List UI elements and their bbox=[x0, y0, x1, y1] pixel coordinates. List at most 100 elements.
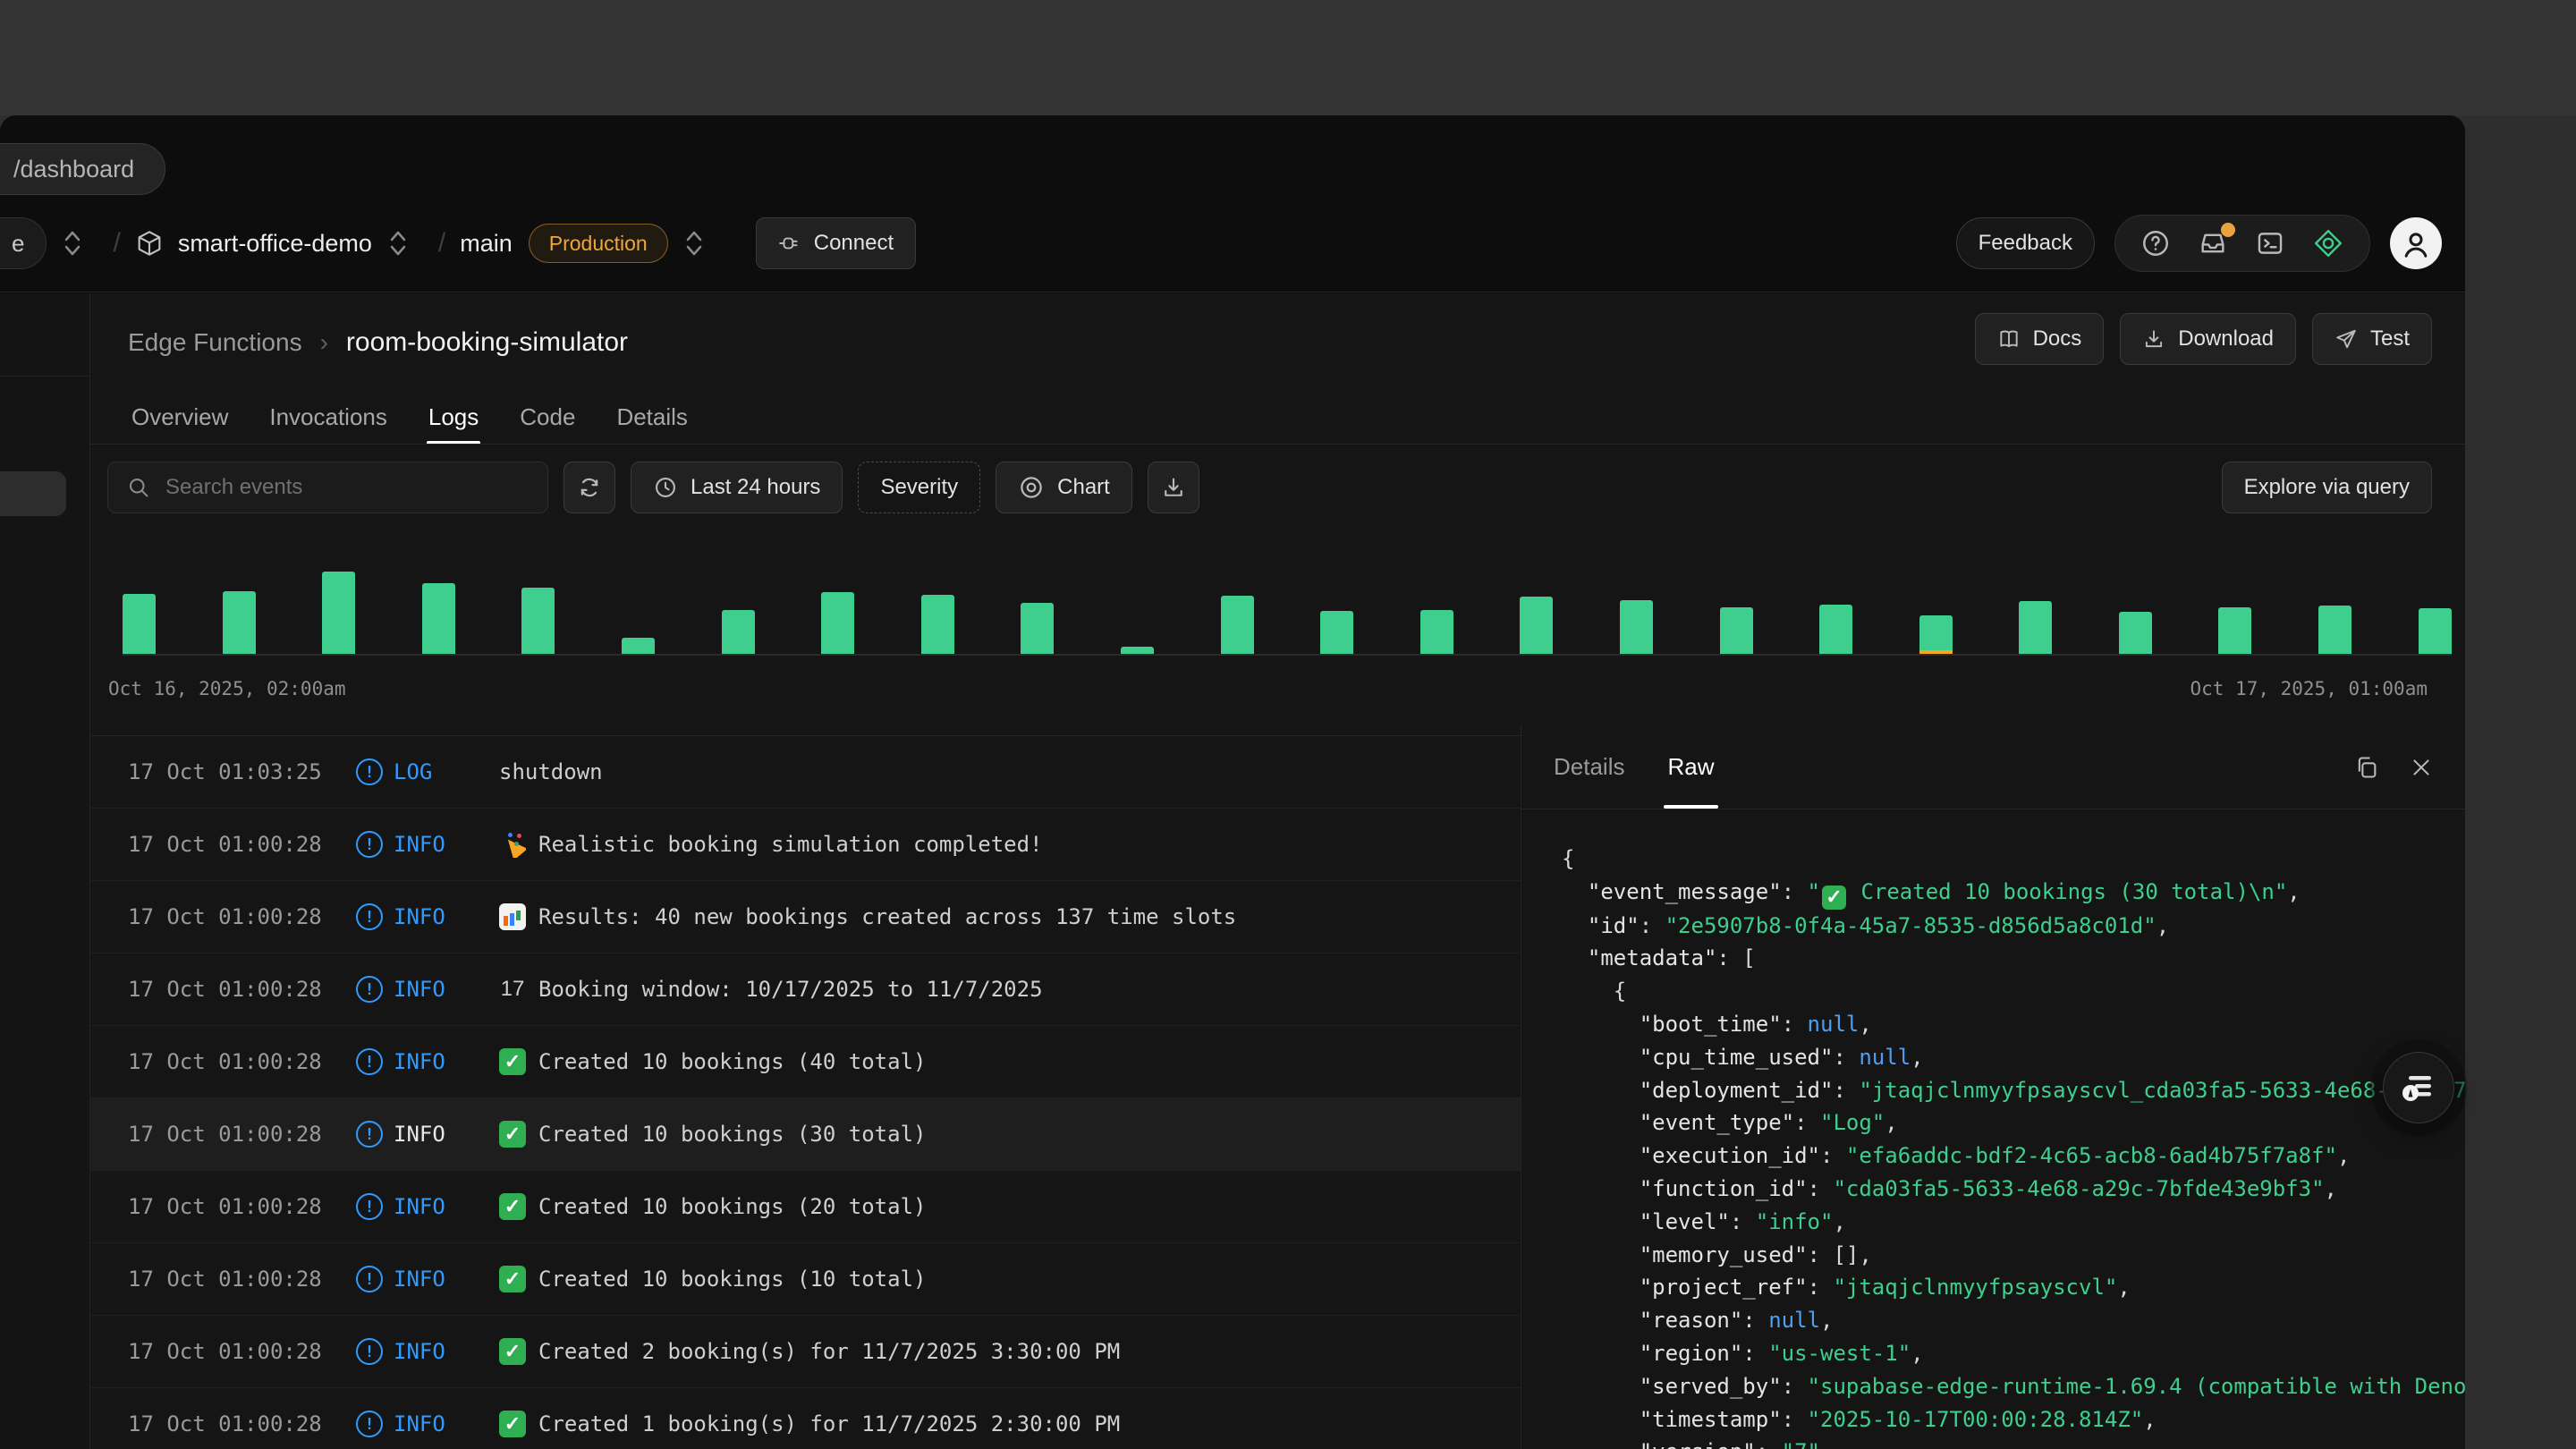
log-row[interactable]: 17 Oct 01:00:28!INFORealistic booking si… bbox=[90, 809, 1521, 881]
org-switcher-chevrons-icon[interactable] bbox=[63, 228, 82, 258]
assistant-fab-button[interactable] bbox=[2383, 1052, 2454, 1123]
left-sidebar-rail bbox=[0, 293, 90, 1449]
log-row[interactable]: 17 Oct 01:00:28!INFOResults: 40 new book… bbox=[90, 881, 1521, 953]
info-circle-icon: ! bbox=[356, 1048, 383, 1075]
tab-code[interactable]: Code bbox=[520, 386, 575, 445]
close-icon[interactable] bbox=[2410, 756, 2433, 779]
detail-tab-raw[interactable]: Raw bbox=[1667, 725, 1714, 809]
tab-invocations[interactable]: Invocations bbox=[269, 386, 387, 445]
detail-tab-details[interactable]: Details bbox=[1554, 725, 1624, 809]
raw-json[interactable]: { "event_message": "✓ Created 10 booking… bbox=[1521, 810, 2465, 1449]
log-row[interactable]: 17 Oct 01:00:28!INFO✓Created 10 bookings… bbox=[90, 1171, 1521, 1243]
chart-bar[interactable] bbox=[1420, 566, 1453, 654]
check-emoji-icon: ✓ bbox=[499, 1193, 526, 1220]
chart-bar-events-segment bbox=[1420, 610, 1453, 654]
branch-switcher-chevrons-icon[interactable] bbox=[684, 228, 704, 258]
chart-bar[interactable] bbox=[622, 566, 655, 654]
severity-filter-button[interactable]: Severity bbox=[858, 462, 980, 513]
breadcrumb-edge-functions[interactable]: Edge Functions bbox=[128, 328, 302, 357]
json-token: : bbox=[1782, 1012, 1808, 1037]
json-token: : bbox=[1742, 1308, 1768, 1333]
terminal-icon[interactable] bbox=[2255, 228, 2285, 258]
chart-bar[interactable] bbox=[722, 566, 755, 654]
time-range-button[interactable]: Last 24 hours bbox=[631, 462, 843, 513]
search-events-input[interactable] bbox=[165, 475, 530, 500]
chart-bar[interactable] bbox=[2318, 566, 2351, 654]
log-row[interactable]: 17 Oct 01:00:28!INFO✓Created 1 booking(s… bbox=[90, 1388, 1521, 1449]
log-row[interactable]: 17 Oct 01:00:28!INFO✓Created 2 booking(s… bbox=[90, 1316, 1521, 1388]
plug-icon bbox=[778, 232, 801, 255]
json-token: , bbox=[1885, 1110, 1897, 1135]
log-row[interactable]: 17 Oct 01:00:28!INFO✓Created 10 bookings… bbox=[90, 1098, 1521, 1171]
project-selector[interactable]: smart-office-demo bbox=[135, 229, 372, 258]
chart-bar[interactable] bbox=[1320, 566, 1353, 654]
json-token: : [ bbox=[1716, 945, 1755, 970]
chart-bar[interactable] bbox=[921, 566, 954, 654]
download-button[interactable]: Download bbox=[2120, 313, 2296, 365]
json-line: "level": "info", bbox=[1562, 1206, 2465, 1239]
json-line: "boot_time": null, bbox=[1562, 1008, 2465, 1041]
chart-bar[interactable] bbox=[1620, 566, 1653, 654]
tab-details[interactable]: Details bbox=[616, 386, 687, 445]
chart-bar[interactable] bbox=[2019, 566, 2052, 654]
top-navigation-bar: e / smart-office-demo / main bbox=[0, 115, 2465, 292]
json-token: : bbox=[1808, 1275, 1834, 1300]
check-emoji-icon: ✓ bbox=[499, 1266, 526, 1292]
json-token: Created 10 bookings (30 total)\n" bbox=[1848, 879, 2287, 904]
json-token: : bbox=[1782, 1407, 1808, 1432]
log-row[interactable]: 17 Oct 01:00:28!INFO17Booking window: 10… bbox=[90, 953, 1521, 1026]
log-level-label: INFO bbox=[394, 977, 445, 1002]
copy-icon[interactable] bbox=[2354, 755, 2379, 780]
download-logs-button[interactable] bbox=[1148, 462, 1199, 513]
chart-bar[interactable] bbox=[1221, 566, 1254, 654]
book-icon bbox=[1997, 327, 2021, 351]
chart-bar[interactable] bbox=[422, 566, 455, 654]
chart-bar[interactable] bbox=[1919, 566, 1953, 654]
log-row[interactable]: 17 Oct 01:03:25!LOGshutdown bbox=[90, 736, 1521, 809]
chart-bar[interactable] bbox=[1520, 566, 1553, 654]
json-token: "metadata" bbox=[1562, 945, 1716, 970]
inbox-notifications-icon[interactable] bbox=[2198, 228, 2228, 258]
sidebar-item-partial[interactable] bbox=[0, 471, 66, 516]
json-token: "cpu_time_used" bbox=[1562, 1045, 1833, 1070]
json-token: "served_by" bbox=[1562, 1374, 1782, 1399]
log-message-text: Results: 40 new bookings created across … bbox=[538, 904, 1236, 929]
chart-bar[interactable] bbox=[2119, 566, 2152, 654]
chart-bar[interactable] bbox=[1121, 566, 1154, 654]
info-circle-icon: ! bbox=[356, 1338, 383, 1365]
tab-overview[interactable]: Overview bbox=[131, 386, 228, 445]
chart-bar[interactable] bbox=[1021, 566, 1054, 654]
log-row[interactable]: 17 Oct 01:00:28!INFO✓Created 10 bookings… bbox=[90, 1026, 1521, 1098]
tab-logs[interactable]: Logs bbox=[428, 386, 479, 445]
help-icon[interactable] bbox=[2140, 228, 2171, 258]
project-switcher-chevrons-icon[interactable] bbox=[388, 228, 408, 258]
branch-selector[interactable]: main bbox=[460, 230, 513, 258]
docs-button[interactable]: Docs bbox=[1975, 313, 2105, 365]
chart-bar[interactable] bbox=[1819, 566, 1852, 654]
log-message: ✓Created 10 bookings (30 total) bbox=[499, 1121, 926, 1148]
log-timestamp: 17 Oct 01:00:28 bbox=[128, 1267, 356, 1292]
chart-bar[interactable] bbox=[2419, 566, 2452, 654]
calendar-emoji-icon: 17 bbox=[499, 976, 526, 1003]
log-message-text: Created 10 bookings (20 total) bbox=[538, 1194, 926, 1219]
chart-bar[interactable] bbox=[123, 566, 156, 654]
json-token: , bbox=[1820, 1308, 1833, 1333]
chart-bar[interactable] bbox=[223, 566, 256, 654]
chart-bar[interactable] bbox=[1720, 566, 1753, 654]
chart-toggle-button[interactable]: Chart bbox=[996, 462, 1132, 513]
chart-bar[interactable] bbox=[521, 566, 555, 654]
refresh-button[interactable] bbox=[564, 462, 615, 513]
chart-bar[interactable] bbox=[2218, 566, 2251, 654]
explore-via-query-button[interactable]: Explore via query bbox=[2222, 462, 2432, 513]
connect-button[interactable]: Connect bbox=[756, 217, 916, 269]
feedback-button[interactable]: Feedback bbox=[1956, 217, 2095, 269]
test-button[interactable]: Test bbox=[2312, 313, 2432, 365]
chart-bar[interactable] bbox=[322, 566, 355, 654]
hotkey-diamond-icon[interactable] bbox=[2312, 227, 2344, 259]
chart-bar[interactable] bbox=[821, 566, 854, 654]
org-selector-truncated[interactable]: e bbox=[0, 217, 47, 269]
json-token: , bbox=[2117, 1275, 2130, 1300]
log-row[interactable]: 17 Oct 01:00:28!INFO✓Created 10 bookings… bbox=[90, 1243, 1521, 1316]
desktop-top-strip bbox=[0, 0, 2576, 115]
user-avatar[interactable] bbox=[2390, 217, 2442, 269]
